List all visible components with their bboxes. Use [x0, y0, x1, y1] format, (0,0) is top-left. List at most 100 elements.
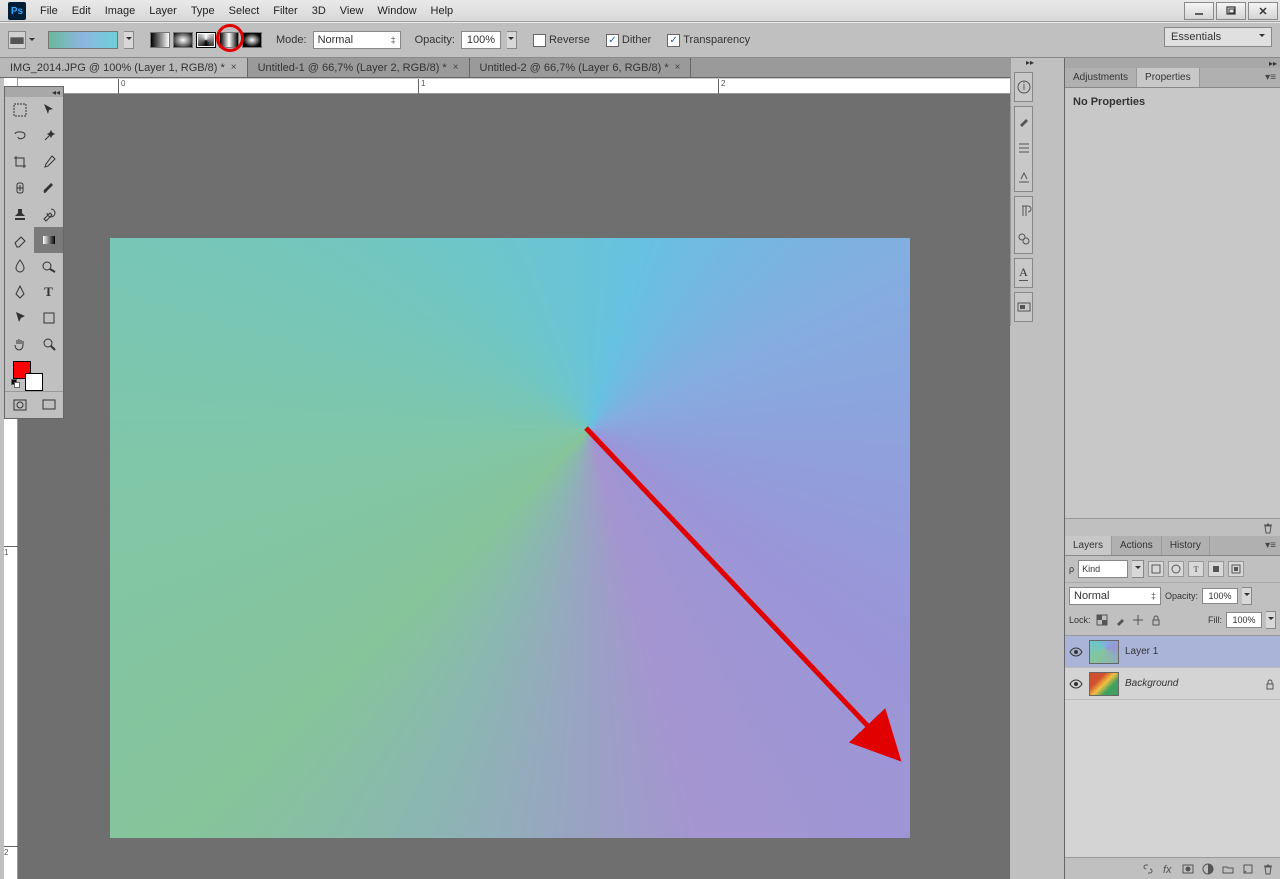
link-icon[interactable]: [1142, 863, 1154, 875]
clone-panel-icon[interactable]: [1015, 163, 1032, 191]
group-icon[interactable]: [1222, 863, 1234, 875]
gradient-picker-dropdown[interactable]: [124, 31, 134, 49]
layer-opacity-dd[interactable]: [1242, 587, 1252, 605]
character-panel-icon[interactable]: A: [1015, 259, 1032, 287]
adjustment-icon[interactable]: [1202, 863, 1214, 875]
visibility-icon[interactable]: [1069, 677, 1083, 691]
lasso-tool[interactable]: [5, 123, 34, 149]
layer-row[interactable]: Background: [1065, 668, 1280, 700]
crop-tool[interactable]: [5, 149, 34, 175]
canvas-stage[interactable]: [18, 94, 1010, 879]
eraser-tool[interactable]: [5, 227, 34, 253]
menu-filter[interactable]: Filter: [273, 5, 297, 17]
visibility-icon[interactable]: [1069, 645, 1083, 659]
filter-shape-icon[interactable]: [1208, 561, 1224, 577]
styles-panel-icon[interactable]: [1015, 225, 1032, 253]
dither-checkbox[interactable]: [606, 34, 619, 47]
minimize-button[interactable]: [1184, 2, 1214, 20]
menu-view[interactable]: View: [340, 5, 364, 17]
gradient-type-reflected[interactable]: [219, 32, 239, 48]
strip-handle[interactable]: ▸▸: [1011, 58, 1036, 68]
layer-thumb[interactable]: [1089, 672, 1119, 696]
fx-icon[interactable]: fx: [1162, 863, 1174, 875]
gradient-type-radial[interactable]: [173, 32, 193, 48]
navigator-panel-icon[interactable]: [1015, 293, 1032, 321]
reverse-checkbox[interactable]: [533, 34, 546, 47]
lock-pixels-icon[interactable]: [1113, 613, 1127, 627]
close-icon[interactable]: ×: [453, 62, 459, 73]
layer-name[interactable]: Layer 1: [1125, 646, 1276, 657]
tab-adjustments[interactable]: Adjustments: [1065, 68, 1137, 87]
lock-position-icon[interactable]: [1131, 613, 1145, 627]
move-tool[interactable]: [34, 97, 63, 123]
eyedropper-tool[interactable]: [34, 149, 63, 175]
color-swatches[interactable]: [5, 357, 63, 391]
menu-layer[interactable]: Layer: [149, 5, 177, 17]
fill-input[interactable]: 100%: [1226, 612, 1262, 628]
layer-filter-kind[interactable]: Kind: [1078, 560, 1128, 578]
menu-window[interactable]: Window: [377, 5, 416, 17]
close-icon[interactable]: ×: [675, 62, 681, 73]
transparency-checkbox[interactable]: [667, 34, 680, 47]
tab-history[interactable]: History: [1162, 536, 1210, 555]
trash-icon[interactable]: [1262, 863, 1274, 875]
magic-wand-tool[interactable]: [34, 123, 63, 149]
lock-transparent-icon[interactable]: [1095, 613, 1109, 627]
panel-flyout-icon[interactable]: ▾≡: [1261, 68, 1280, 87]
tool-preset-button[interactable]: [8, 31, 26, 49]
paragraph-panel-icon[interactable]: [1015, 197, 1032, 225]
gradient-preview[interactable]: [48, 31, 118, 49]
brush-tool[interactable]: [34, 175, 63, 201]
history-brush-tool[interactable]: [34, 201, 63, 227]
menu-3d[interactable]: 3D: [312, 5, 326, 17]
healing-tool[interactable]: [5, 175, 34, 201]
screenmode-button[interactable]: [34, 392, 63, 418]
blend-mode-dropdown[interactable]: Normal: [1069, 587, 1161, 605]
document-tab-1[interactable]: IMG_2014.JPG @ 100% (Layer 1, RGB/8) *×: [0, 58, 248, 77]
layer-thumb[interactable]: [1089, 640, 1119, 664]
ruler-horizontal[interactable]: 0 1 2: [18, 78, 1010, 94]
opacity-input[interactable]: 100%: [461, 31, 501, 49]
workspace-switcher[interactable]: Essentials: [1164, 27, 1272, 47]
brushpresets-panel-icon[interactable]: [1015, 135, 1032, 163]
layer-name[interactable]: Background: [1125, 678, 1258, 689]
background-color[interactable]: [25, 373, 43, 391]
menu-type[interactable]: Type: [191, 5, 215, 17]
toolbox-handle[interactable]: ◂◂: [5, 87, 63, 97]
zoom-tool[interactable]: [34, 331, 63, 357]
dodge-tool[interactable]: [34, 253, 63, 279]
close-icon[interactable]: ×: [231, 62, 237, 73]
filter-adjust-icon[interactable]: [1168, 561, 1184, 577]
menu-help[interactable]: Help: [431, 5, 454, 17]
mode-dropdown[interactable]: Normal: [313, 31, 401, 49]
shape-tool[interactable]: [34, 305, 63, 331]
pen-tool[interactable]: [5, 279, 34, 305]
mask-icon[interactable]: [1182, 863, 1194, 875]
close-button[interactable]: [1248, 2, 1278, 20]
maximize-button[interactable]: [1216, 2, 1246, 20]
tab-actions[interactable]: Actions: [1112, 536, 1162, 555]
filter-smart-icon[interactable]: [1228, 561, 1244, 577]
layer-row[interactable]: Layer 1: [1065, 636, 1280, 668]
blur-tool[interactable]: [5, 253, 34, 279]
fill-dd[interactable]: [1266, 611, 1276, 629]
default-colors-icon[interactable]: [11, 379, 21, 389]
menu-edit[interactable]: Edit: [72, 5, 91, 17]
canvas[interactable]: [110, 238, 910, 838]
panel-handle[interactable]: ▸▸: [1065, 58, 1280, 68]
gradient-type-angle[interactable]: [196, 32, 216, 48]
gradient-type-diamond[interactable]: [242, 32, 262, 48]
document-tab-3[interactable]: Untitled-2 @ 66,7% (Layer 6, RGB/8) *×: [470, 58, 692, 77]
layer-opacity-input[interactable]: 100%: [1202, 588, 1238, 604]
trash-icon[interactable]: [1262, 522, 1274, 534]
document-tab-2[interactable]: Untitled-1 @ 66,7% (Layer 2, RGB/8) *×: [248, 58, 470, 77]
tab-layers[interactable]: Layers: [1065, 536, 1112, 555]
type-tool[interactable]: T: [34, 279, 63, 305]
menu-image[interactable]: Image: [105, 5, 136, 17]
hand-tool[interactable]: [5, 331, 34, 357]
opacity-dropdown[interactable]: [507, 31, 517, 49]
menu-select[interactable]: Select: [229, 5, 260, 17]
panel-flyout-icon[interactable]: ▾≡: [1261, 536, 1280, 555]
marquee-tool[interactable]: [5, 97, 34, 123]
brush-panel-icon[interactable]: [1015, 107, 1032, 135]
